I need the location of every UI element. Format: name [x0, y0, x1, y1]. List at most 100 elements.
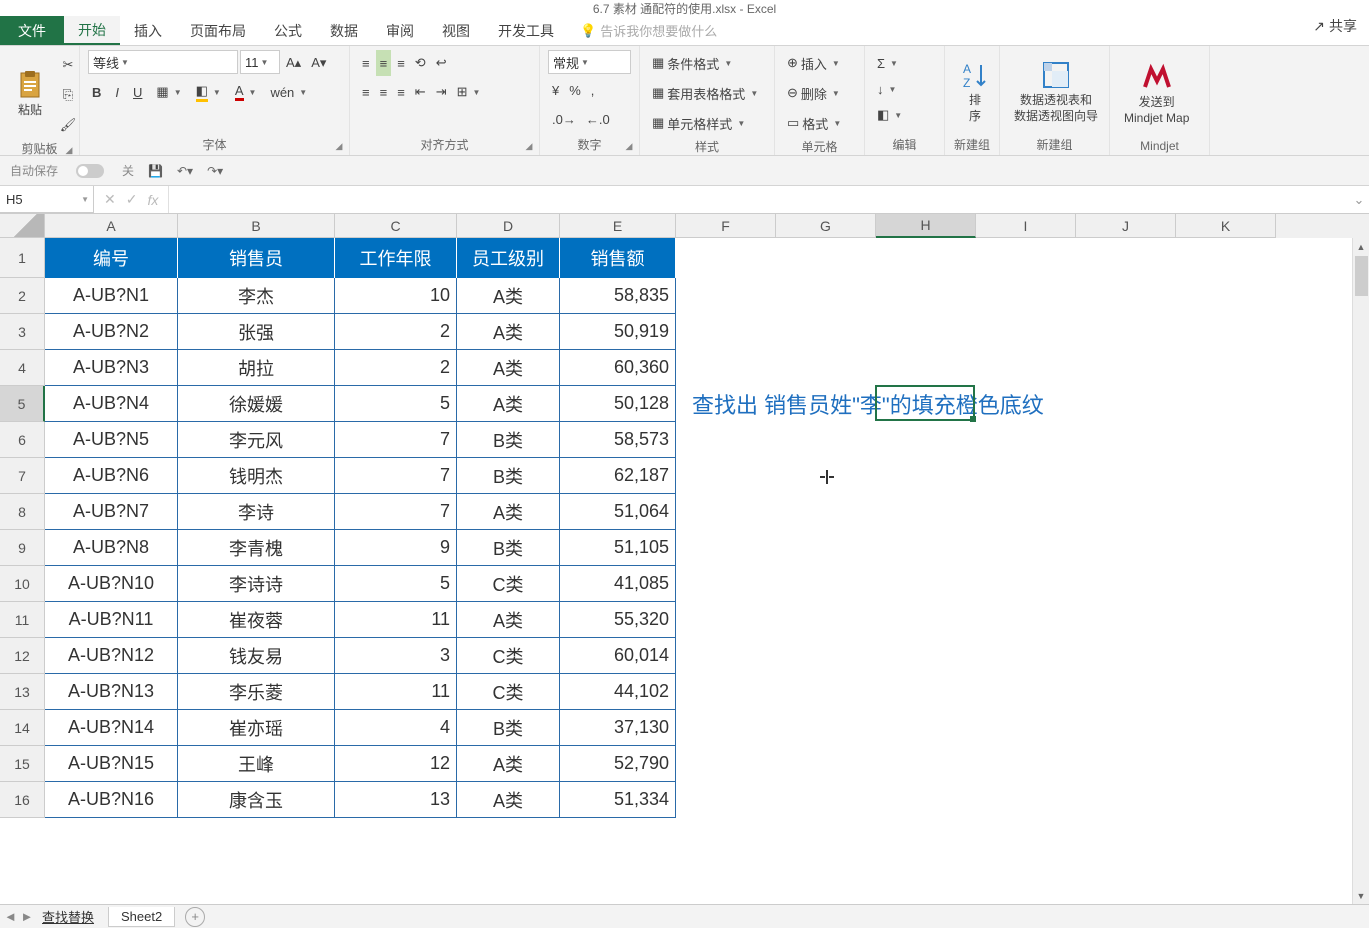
sheet-nav[interactable]: ◄ ► — [4, 909, 33, 924]
percent-button[interactable]: % — [565, 77, 585, 103]
table-cell[interactable]: 41,085 — [560, 566, 676, 602]
table-cell[interactable]: 李青槐 — [178, 530, 335, 566]
font-color-button[interactable]: A▼ — [231, 79, 261, 105]
underline-button[interactable]: U — [129, 79, 146, 105]
table-cell[interactable]: 11 — [335, 674, 457, 710]
merge-button[interactable]: ⊞▼ — [453, 79, 485, 105]
row-header-7[interactable]: 7 — [0, 458, 45, 494]
table-cell[interactable]: 51,334 — [560, 782, 676, 818]
table-cell[interactable]: B类 — [457, 710, 560, 746]
scroll-thumb[interactable] — [1355, 256, 1368, 296]
sort-button[interactable]: AZ 排 序 — [953, 50, 997, 134]
column-header-A[interactable]: A — [45, 214, 178, 238]
table-cell[interactable]: 7 — [335, 494, 457, 530]
save-button[interactable]: 💾 — [148, 164, 163, 178]
column-header-E[interactable]: E — [560, 214, 676, 238]
phonetic-button[interactable]: wén▼ — [266, 79, 311, 105]
table-cell[interactable]: A类 — [457, 350, 560, 386]
table-cell[interactable]: B类 — [457, 422, 560, 458]
table-cell[interactable]: 44,102 — [560, 674, 676, 710]
align-bottom-button[interactable]: ≡ — [393, 50, 409, 76]
column-header-B[interactable]: B — [178, 214, 335, 238]
table-cell[interactable]: A类 — [457, 314, 560, 350]
table-cell[interactable]: A类 — [457, 278, 560, 314]
table-cell[interactable]: 张强 — [178, 314, 335, 350]
column-header-F[interactable]: F — [676, 214, 776, 238]
table-cell[interactable]: A-UB?N11 — [45, 602, 178, 638]
table-cell[interactable]: A-UB?N14 — [45, 710, 178, 746]
table-cell[interactable]: 康含玉 — [178, 782, 335, 818]
pivot-button[interactable]: 数据透视表和 数据透视图向导 — [1008, 50, 1104, 134]
table-cell[interactable]: 51,064 — [560, 494, 676, 530]
fx-button[interactable]: fx — [147, 192, 158, 208]
fill-color-button[interactable]: ◧▼ — [192, 79, 225, 105]
tab-file[interactable]: 文件 — [0, 16, 64, 45]
decrease-indent-button[interactable]: ⇤ — [411, 79, 430, 105]
formula-input[interactable] — [169, 186, 1349, 213]
table-cell[interactable]: 王峰 — [178, 746, 335, 782]
align-center-button[interactable]: ≡ — [376, 79, 392, 105]
name-box[interactable]: H5▼ — [0, 186, 94, 213]
table-cell[interactable]: 11 — [335, 602, 457, 638]
table-cell[interactable]: A类 — [457, 746, 560, 782]
table-cell[interactable]: 62,187 — [560, 458, 676, 494]
align-middle-button[interactable]: ≡ — [376, 50, 392, 76]
row-header-9[interactable]: 9 — [0, 530, 45, 566]
decrease-decimal-button[interactable]: ←.0 — [582, 106, 614, 132]
table-cell[interactable]: 58,573 — [560, 422, 676, 458]
table-cell[interactable]: A-UB?N8 — [45, 530, 178, 566]
border-button[interactable]: ▦▼ — [152, 79, 185, 105]
table-cell[interactable]: A类 — [457, 494, 560, 530]
paste-button[interactable]: 粘贴 — [8, 50, 52, 138]
column-header-I[interactable]: I — [976, 214, 1076, 238]
table-header[interactable]: 工作年限 — [335, 238, 457, 278]
table-cell[interactable]: 13 — [335, 782, 457, 818]
table-format-button[interactable]: ▦套用表格格式▼ — [648, 80, 766, 106]
copy-button[interactable]: ⎘ — [56, 82, 80, 108]
table-cell[interactable]: 5 — [335, 386, 457, 422]
row-header-2[interactable]: 2 — [0, 278, 45, 314]
table-cell[interactable]: A-UB?N4 — [45, 386, 178, 422]
table-cell[interactable]: 李杰 — [178, 278, 335, 314]
font-size-combo[interactable]: 11▼ — [240, 50, 280, 74]
conditional-format-button[interactable]: ▦条件格式▼ — [648, 50, 766, 76]
table-cell[interactable]: A-UB?N5 — [45, 422, 178, 458]
table-cell[interactable]: B类 — [457, 458, 560, 494]
table-cell[interactable]: C类 — [457, 566, 560, 602]
italic-button[interactable]: I — [111, 79, 123, 105]
table-cell[interactable]: A-UB?N12 — [45, 638, 178, 674]
increase-font-button[interactable]: A▴ — [282, 50, 305, 76]
table-cell[interactable]: A-UB?N6 — [45, 458, 178, 494]
table-header[interactable]: 员工级别 — [457, 238, 560, 278]
tab-view[interactable]: 视图 — [428, 16, 484, 45]
table-cell[interactable]: 50,919 — [560, 314, 676, 350]
row-header-1[interactable]: 1 — [0, 238, 45, 278]
row-header-5[interactable]: 5 — [0, 386, 45, 422]
tell-me-box[interactable]: 💡告诉我你想要做什么 — [580, 16, 717, 45]
instruction-text[interactable]: 查找出 销售员姓"李"的填充橙色底纹 — [686, 386, 1246, 422]
row-header-6[interactable]: 6 — [0, 422, 45, 458]
launcher-icon[interactable]: ◢ — [523, 141, 535, 153]
table-cell[interactable]: 3 — [335, 638, 457, 674]
table-cell[interactable]: 4 — [335, 710, 457, 746]
tab-home[interactable]: 开始 — [64, 16, 120, 45]
row-header-13[interactable]: 13 — [0, 674, 45, 710]
align-left-button[interactable]: ≡ — [358, 79, 374, 105]
tab-formulas[interactable]: 公式 — [260, 16, 316, 45]
vertical-scrollbar[interactable]: ▲ ▼ — [1352, 238, 1369, 904]
comma-button[interactable]: , — [587, 77, 599, 103]
table-cell[interactable]: A-UB?N3 — [45, 350, 178, 386]
table-cell[interactable]: A类 — [457, 386, 560, 422]
table-cell[interactable]: 12 — [335, 746, 457, 782]
increase-decimal-button[interactable]: .0→ — [548, 106, 580, 132]
clear-button[interactable]: ◧▼ — [873, 102, 906, 128]
table-cell[interactable]: 7 — [335, 422, 457, 458]
row-header-8[interactable]: 8 — [0, 494, 45, 530]
table-cell[interactable]: B类 — [457, 530, 560, 566]
table-cell[interactable]: 崔亦瑶 — [178, 710, 335, 746]
table-cell[interactable]: 崔夜蓉 — [178, 602, 335, 638]
tab-review[interactable]: 审阅 — [372, 16, 428, 45]
sheet-tab-active[interactable]: 查找替换 — [30, 905, 106, 928]
insert-cells-button[interactable]: ⊕插入▼ — [783, 50, 856, 76]
row-header-4[interactable]: 4 — [0, 350, 45, 386]
